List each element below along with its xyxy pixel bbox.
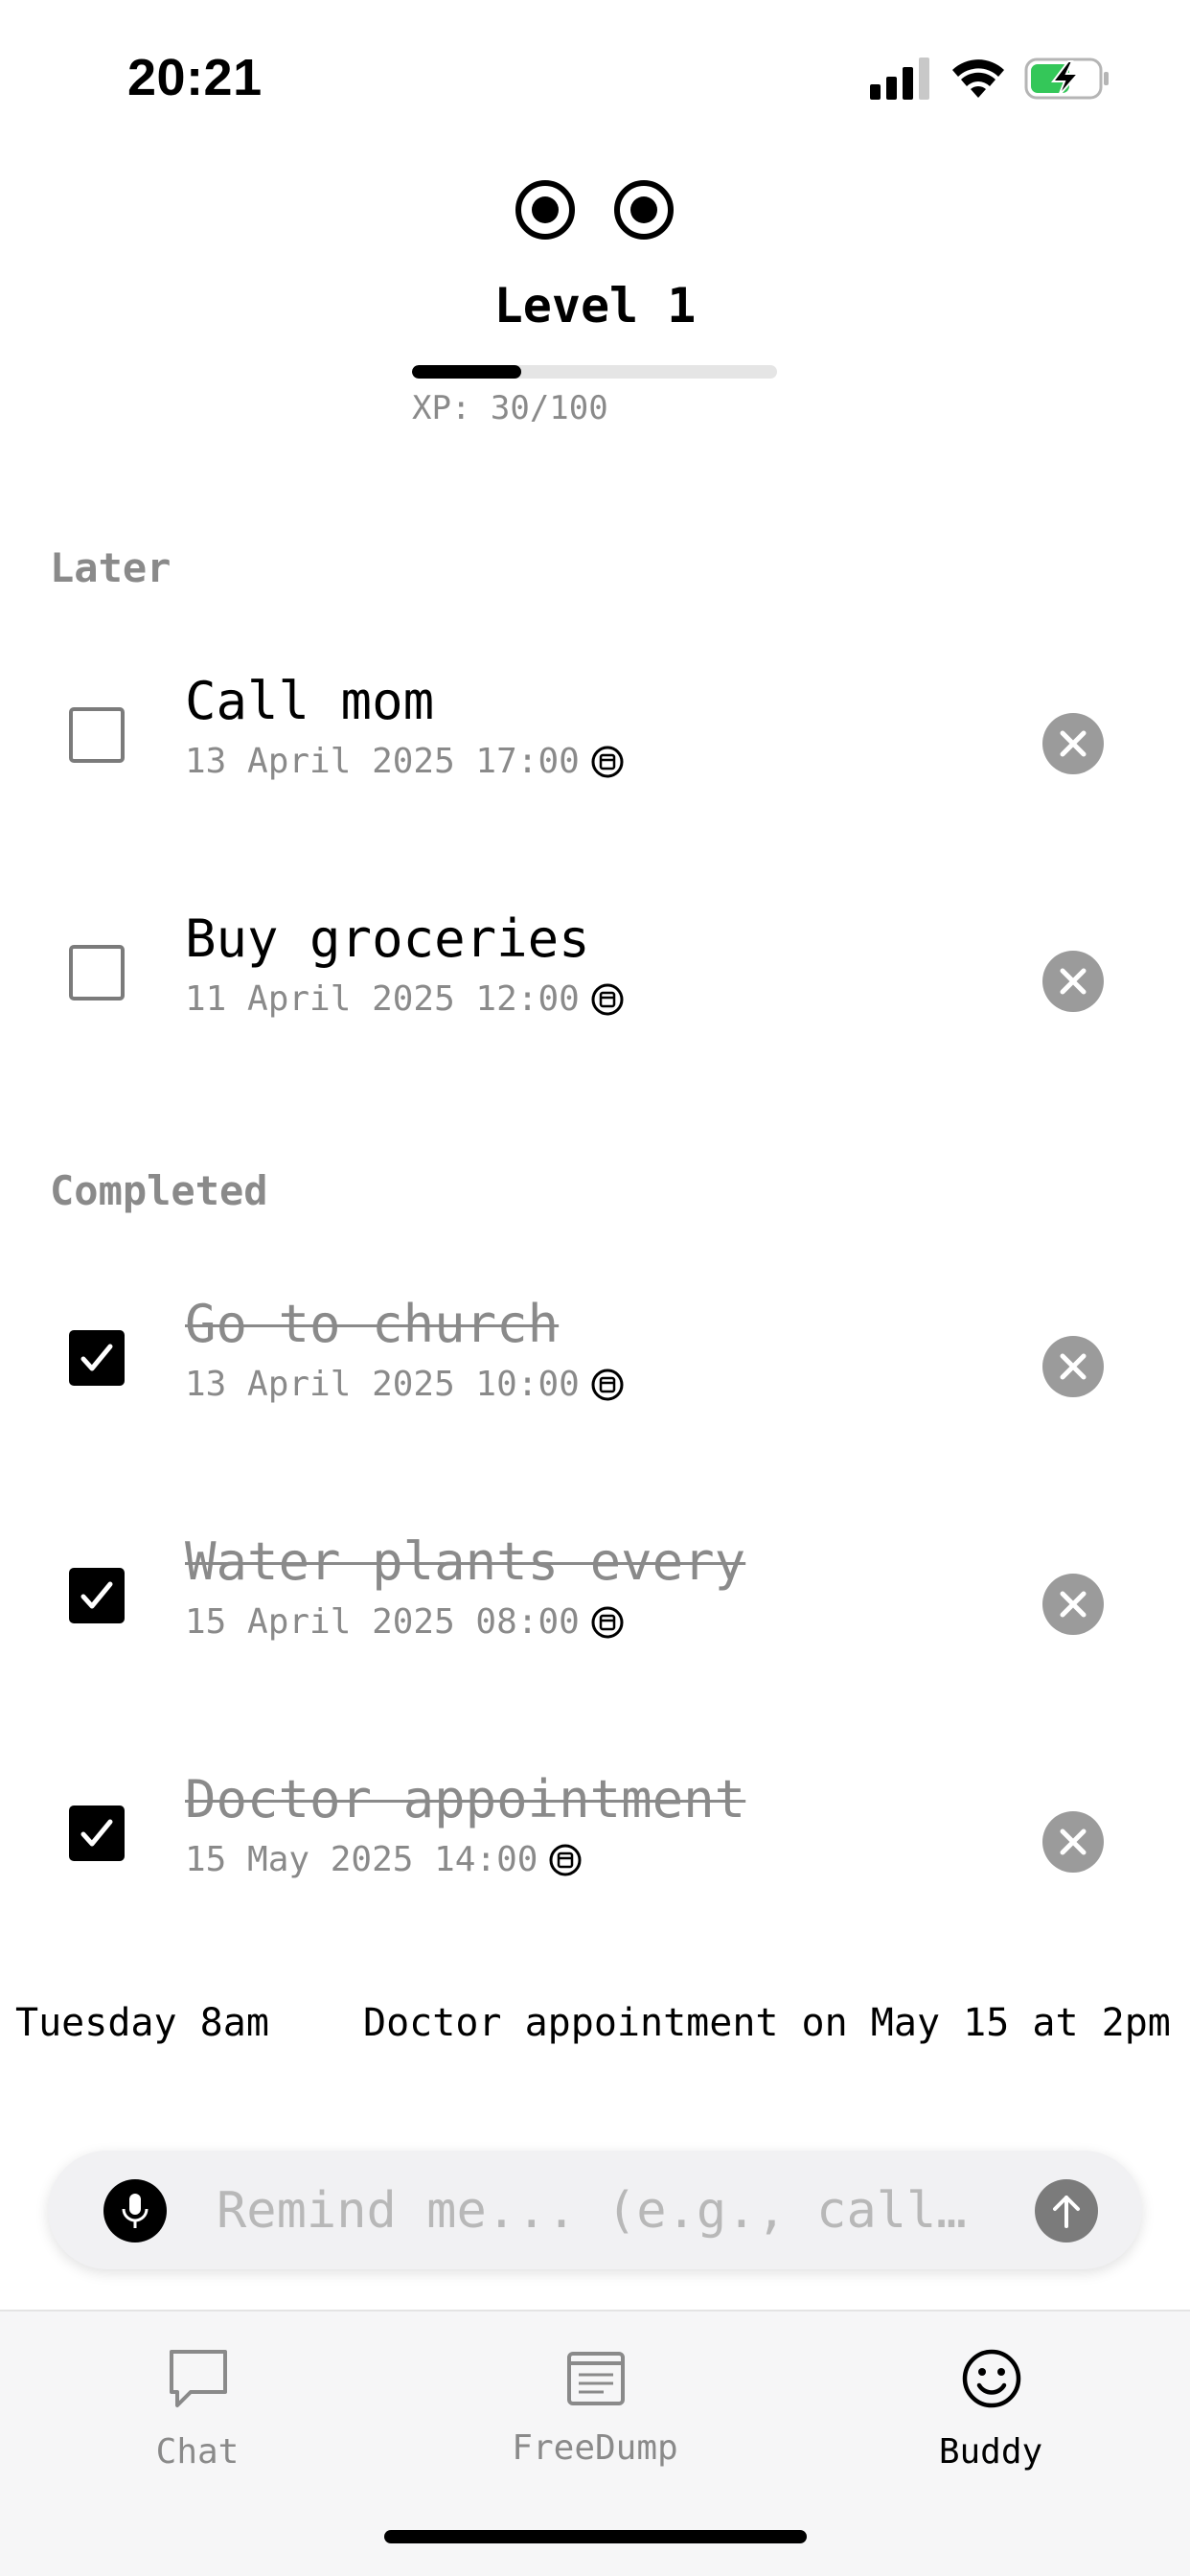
task-title[interactable]: Go to church [185, 1294, 559, 1354]
microphone-icon [122, 2194, 149, 2228]
reminder-input-bar [48, 2150, 1142, 2269]
tab-label: FreeDump [512, 2428, 678, 2468]
close-icon [1060, 1353, 1087, 1380]
task-title[interactable]: Call mom [185, 671, 434, 731]
task-checkbox-checked[interactable] [69, 1330, 125, 1386]
status-time: 20:21 [127, 49, 263, 106]
delete-task-button[interactable] [1042, 1811, 1104, 1873]
delete-task-button[interactable] [1042, 713, 1104, 774]
task-date-text: 11 April 2025 12:00 [185, 979, 580, 1019]
xp-progress-fill [412, 365, 522, 379]
close-icon [1060, 730, 1087, 757]
xp-progress-bar [412, 365, 777, 379]
wifi-icon [952, 59, 1004, 98]
task-date-text: 13 April 2025 17:00 [185, 742, 580, 781]
xp-text: XP: 30/100 [412, 389, 608, 427]
task-checkbox-checked[interactable] [69, 1806, 125, 1861]
checkmark-icon [80, 1819, 113, 1847]
send-button[interactable] [1035, 2179, 1098, 2242]
tab-label: Buddy [938, 2432, 1043, 2472]
task-title[interactable]: Water plants every [185, 1531, 745, 1592]
calendar-icon[interactable] [549, 1844, 582, 1876]
task-date-text: 15 April 2025 08:00 [185, 1602, 580, 1642]
task-title[interactable]: Doctor appointment [185, 1769, 745, 1829]
signal-icon [870, 58, 929, 100]
task-row: Water plants every 15 April 2025 08:00 [0, 1531, 1190, 1666]
chat-bubble-icon [170, 2350, 227, 2407]
buddy-eyes-icon [515, 180, 674, 240]
calendar-icon[interactable] [591, 1606, 624, 1639]
task-row: Call mom 13 April 2025 17:00 [0, 671, 1190, 805]
task-date: 15 April 2025 08:00 [185, 1602, 624, 1642]
tab-freedump[interactable]: FreeDump [451, 2331, 739, 2474]
checkmark-icon [80, 1581, 113, 1609]
suggestion-strip[interactable]: Tuesday 8am Doctor appointment on May 15… [0, 2001, 1190, 2055]
section-title-later: Later [50, 544, 172, 591]
calendar-icon[interactable] [591, 1368, 624, 1401]
task-date-text: 15 May 2025 14:00 [185, 1840, 538, 1879]
close-icon [1060, 1591, 1087, 1618]
task-row: Buy groceries 11 April 2025 12:00 [0, 908, 1190, 1043]
task-row: Go to church 13 April 2025 10:00 [0, 1294, 1190, 1428]
task-date: 13 April 2025 17:00 [185, 742, 624, 781]
task-date: 15 May 2025 14:00 [185, 1840, 582, 1879]
microphone-button[interactable] [103, 2179, 167, 2242]
task-date-text: 13 April 2025 10:00 [185, 1365, 580, 1404]
delete-task-button[interactable] [1042, 1574, 1104, 1635]
home-indicator[interactable] [384, 2530, 807, 2543]
task-date: 13 April 2025 10:00 [185, 1365, 624, 1404]
task-checkbox[interactable] [69, 945, 125, 1000]
task-checkbox[interactable] [69, 707, 125, 763]
calendar-icon[interactable] [591, 746, 624, 778]
tab-label: Chat [155, 2432, 240, 2472]
delete-task-button[interactable] [1042, 1336, 1104, 1397]
reminder-input[interactable] [217, 2179, 1031, 2242]
task-checkbox-checked[interactable] [69, 1568, 125, 1623]
battery-charging-icon [1024, 58, 1109, 100]
delete-task-button[interactable] [1042, 951, 1104, 1012]
calendar-icon[interactable] [591, 983, 624, 1016]
level-label: Level 1 [493, 278, 697, 334]
arrow-up-icon [1053, 2196, 1080, 2228]
tab-chat[interactable]: Chat [54, 2331, 341, 2474]
checkmark-icon [80, 1344, 113, 1371]
close-icon [1060, 968, 1087, 995]
close-icon [1060, 1828, 1087, 1855]
suggestion-chip[interactable]: Doctor appointment on May 15 at 2pm [363, 2001, 1171, 2045]
notes-icon [567, 2352, 625, 2405]
task-date: 11 April 2025 12:00 [185, 979, 624, 1019]
suggestion-chip[interactable]: Tuesday 8am [15, 2001, 269, 2045]
section-title-completed: Completed [50, 1167, 268, 1214]
task-row: Doctor appointment 15 May 2025 14:00 [0, 1769, 1190, 1903]
smiley-icon [962, 2349, 1021, 2408]
task-title[interactable]: Buy groceries [185, 908, 590, 969]
tab-buddy[interactable]: Buddy [847, 2331, 1134, 2474]
